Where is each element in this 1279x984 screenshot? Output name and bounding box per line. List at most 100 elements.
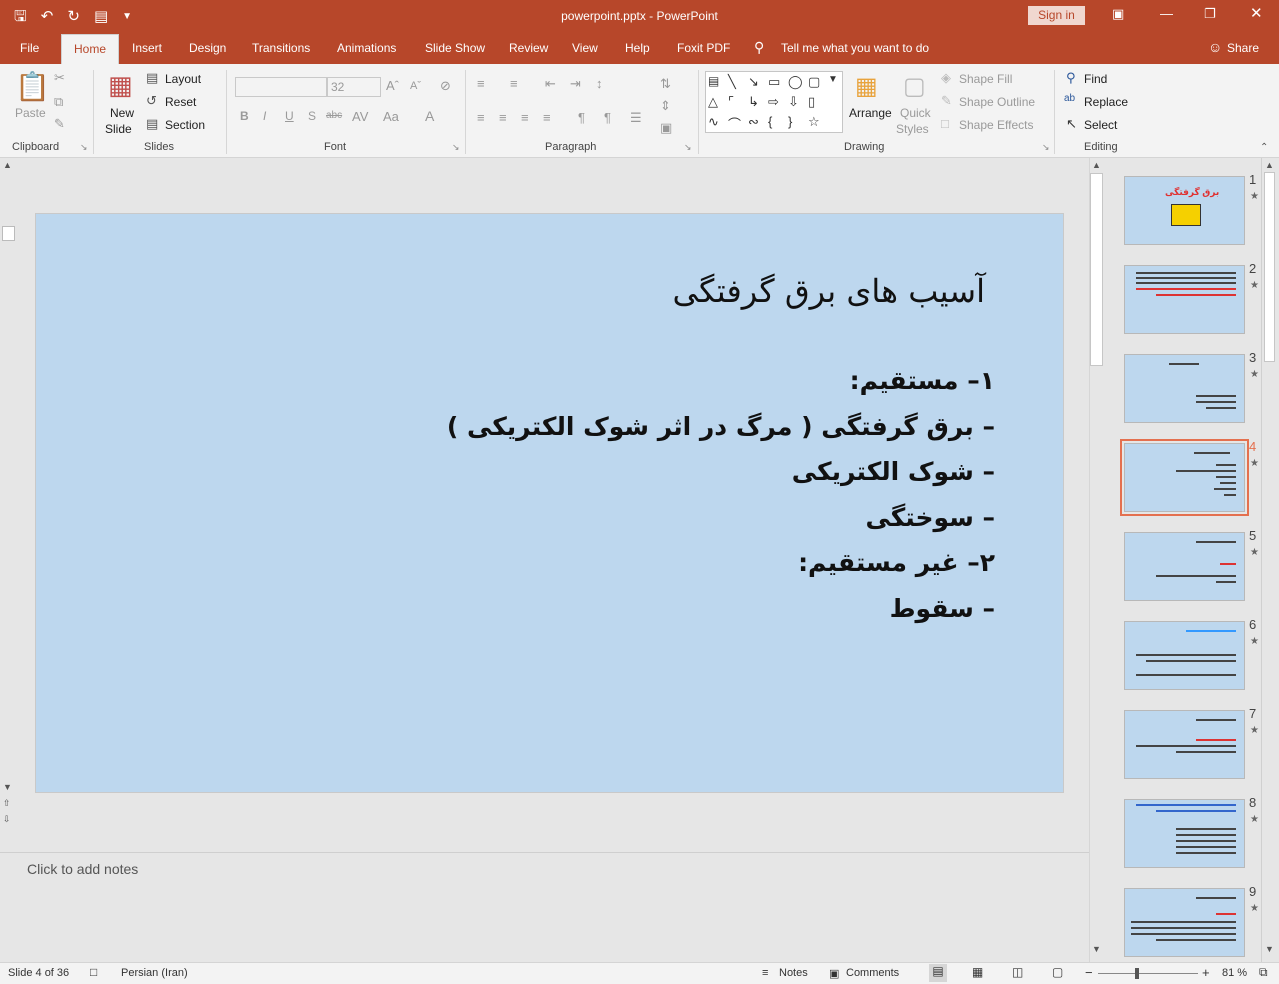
- right-arrow-shape-icon[interactable]: ⇨: [768, 94, 779, 110]
- thumbnail-slide-8[interactable]: [1124, 799, 1245, 868]
- shape-outline-button[interactable]: Shape Outline: [959, 95, 1035, 109]
- tab-review[interactable]: Review: [509, 41, 548, 55]
- ltr-icon[interactable]: ¶: [604, 110, 611, 125]
- tab-insert[interactable]: Insert: [132, 41, 162, 55]
- thumbnail-slide-6[interactable]: [1124, 621, 1245, 690]
- zoom-slider-track[interactable]: [1098, 973, 1198, 974]
- slide-title[interactable]: آسیب های برق گرفتگی: [672, 272, 985, 310]
- flowchart-shape-icon[interactable]: ▯: [808, 94, 815, 110]
- maximize-icon[interactable]: ❐: [1204, 6, 1216, 22]
- share-button[interactable]: Share: [1227, 41, 1259, 55]
- rectangle-shape-icon[interactable]: ▭: [768, 74, 780, 90]
- slideshow-icon[interactable]: ▢: [1052, 965, 1063, 979]
- thumbnail-slide-4-selected[interactable]: [1120, 439, 1249, 516]
- shapes-gallery[interactable]: ▤ ╲ ↘ ▭ ◯ ▢ △ ⌜ ↳ ⇨ ⇩ ▯ ∿ ⌒ ∾ { } ☆ ▼: [705, 71, 843, 133]
- slide-line-2[interactable]: – برق گرفتگی ( مرگ در اثر شوک الکتریکی ): [447, 412, 995, 441]
- elbow-shape-icon[interactable]: ⌜: [728, 94, 734, 110]
- tab-home[interactable]: Home: [61, 34, 120, 64]
- section-button[interactable]: Section: [165, 118, 205, 132]
- collapse-ribbon-icon[interactable]: ⌃: [1260, 142, 1268, 153]
- tab-animations[interactable]: Animations: [337, 41, 396, 55]
- thumbnail-scrollbar[interactable]: ▲ ▼: [1261, 158, 1277, 962]
- normal-view-icon[interactable]: ▤: [929, 964, 947, 982]
- tab-transitions[interactable]: Transitions: [252, 41, 310, 55]
- justify-icon[interactable]: ≡: [543, 110, 551, 125]
- thumbnail-slide-1[interactable]: برق گرفتگی: [1124, 176, 1245, 245]
- format-painter-icon[interactable]: ✎: [54, 116, 65, 132]
- font-name-combo[interactable]: [235, 77, 327, 97]
- elbow-arrow-shape-icon[interactable]: ↳: [748, 94, 759, 110]
- bold-button[interactable]: B: [240, 109, 249, 123]
- slide-line-4[interactable]: – سوختگی: [865, 503, 995, 532]
- tab-help[interactable]: Help: [625, 41, 650, 55]
- shrink-font-icon[interactable]: Aˇ: [410, 80, 421, 92]
- grow-font-icon[interactable]: Aˆ: [386, 78, 399, 93]
- italic-button[interactable]: I: [263, 109, 266, 123]
- arrow-shape-icon[interactable]: ↘: [748, 74, 759, 90]
- current-slide[interactable]: آسیب های برق گرفتگی ۱– مستقیم: – برق گرف…: [35, 213, 1064, 793]
- text-direction-icon[interactable]: ⇅: [660, 76, 671, 92]
- align-text-icon[interactable]: ⇕: [660, 98, 671, 114]
- previous-slide-icon[interactable]: ⇧: [3, 798, 11, 809]
- align-center-icon[interactable]: ≡: [499, 110, 507, 125]
- notes-pane[interactable]: Click to add notes: [0, 852, 1089, 962]
- left-scroll-thumb[interactable]: [2, 226, 15, 241]
- change-case-icon[interactable]: Aa: [383, 109, 399, 124]
- tab-view[interactable]: View: [572, 41, 598, 55]
- shape-effects-button[interactable]: Shape Effects: [959, 118, 1034, 132]
- reading-view-icon[interactable]: ◫: [1012, 965, 1023, 979]
- dialog-launcher-icon[interactable]: ↘: [80, 142, 88, 153]
- new-slide-label-1[interactable]: New: [110, 106, 134, 120]
- font-color-icon[interactable]: A: [425, 108, 434, 124]
- minimize-icon[interactable]: —: [1160, 6, 1173, 21]
- shape-fill-button[interactable]: Shape Fill: [959, 72, 1012, 86]
- vscroll-down-icon[interactable]: ▼: [1092, 944, 1101, 954]
- tab-slide-show[interactable]: Slide Show: [425, 41, 485, 55]
- slide-line-1[interactable]: ۱– مستقیم:: [850, 366, 995, 395]
- arrange-icon[interactable]: ▦: [855, 72, 878, 101]
- spellcheck-icon[interactable]: □: [90, 965, 97, 979]
- ribbon-display-icon[interactable]: ▣: [1112, 6, 1124, 22]
- zoom-in-button[interactable]: +: [1202, 965, 1210, 980]
- quick-styles-label-1[interactable]: Quick: [900, 106, 931, 120]
- comments-button[interactable]: Comments: [846, 967, 899, 979]
- smartart-icon[interactable]: ▣: [660, 120, 672, 136]
- sign-in-button[interactable]: Sign in: [1028, 6, 1085, 25]
- star-shape-icon[interactable]: ☆: [808, 114, 820, 130]
- font-size-combo[interactable]: 32: [327, 77, 381, 97]
- scroll-down-icon[interactable]: ▼: [3, 782, 12, 792]
- zoom-out-button[interactable]: −: [1085, 965, 1093, 980]
- next-slide-icon[interactable]: ⇩: [3, 814, 11, 825]
- new-slide-icon[interactable]: ▦: [108, 70, 133, 101]
- close-icon[interactable]: ✕: [1250, 4, 1263, 22]
- thumbnail-slide-3[interactable]: [1124, 354, 1245, 423]
- thumbnail-slide-7[interactable]: [1124, 710, 1245, 779]
- quick-styles-label-2[interactable]: Styles: [896, 122, 929, 136]
- brace-right-shape-icon[interactable]: }: [788, 114, 792, 129]
- tell-me-search[interactable]: Tell me what you want to do: [781, 41, 929, 55]
- copy-icon[interactable]: ⧉: [54, 94, 63, 110]
- decrease-indent-icon[interactable]: ⇤: [545, 76, 556, 92]
- char-spacing-icon[interactable]: AV: [352, 109, 368, 124]
- scroll-up-icon[interactable]: ▲: [3, 160, 12, 170]
- gallery-more-icon[interactable]: ▼: [828, 74, 838, 85]
- clear-format-icon[interactable]: ⊘: [440, 78, 451, 94]
- replace-button[interactable]: Replace: [1084, 95, 1128, 109]
- strikethrough-button[interactable]: abc: [326, 110, 342, 121]
- language-status[interactable]: Persian (Iran): [121, 967, 188, 979]
- reset-button[interactable]: Reset: [165, 95, 196, 109]
- freeform-shape-icon[interactable]: ∿: [708, 114, 719, 130]
- arc-shape-icon[interactable]: ⌒: [728, 114, 741, 133]
- increase-indent-icon[interactable]: ⇥: [570, 76, 581, 92]
- paste-button[interactable]: Paste: [15, 106, 46, 120]
- curve-shape-icon[interactable]: ∾: [748, 114, 759, 130]
- zoom-slider-thumb[interactable]: [1135, 968, 1139, 979]
- thumbnail-slide-5[interactable]: [1124, 532, 1245, 601]
- rtl-icon[interactable]: ¶: [578, 110, 585, 125]
- font-dialog-launcher-icon[interactable]: ↘: [452, 142, 460, 153]
- align-left-icon[interactable]: ≡: [477, 110, 485, 125]
- quick-styles-icon[interactable]: ▢: [903, 72, 926, 101]
- thumbnail-scroll-thumb[interactable]: [1264, 172, 1275, 362]
- find-button[interactable]: Find: [1084, 72, 1107, 86]
- layout-button[interactable]: Layout: [165, 72, 201, 86]
